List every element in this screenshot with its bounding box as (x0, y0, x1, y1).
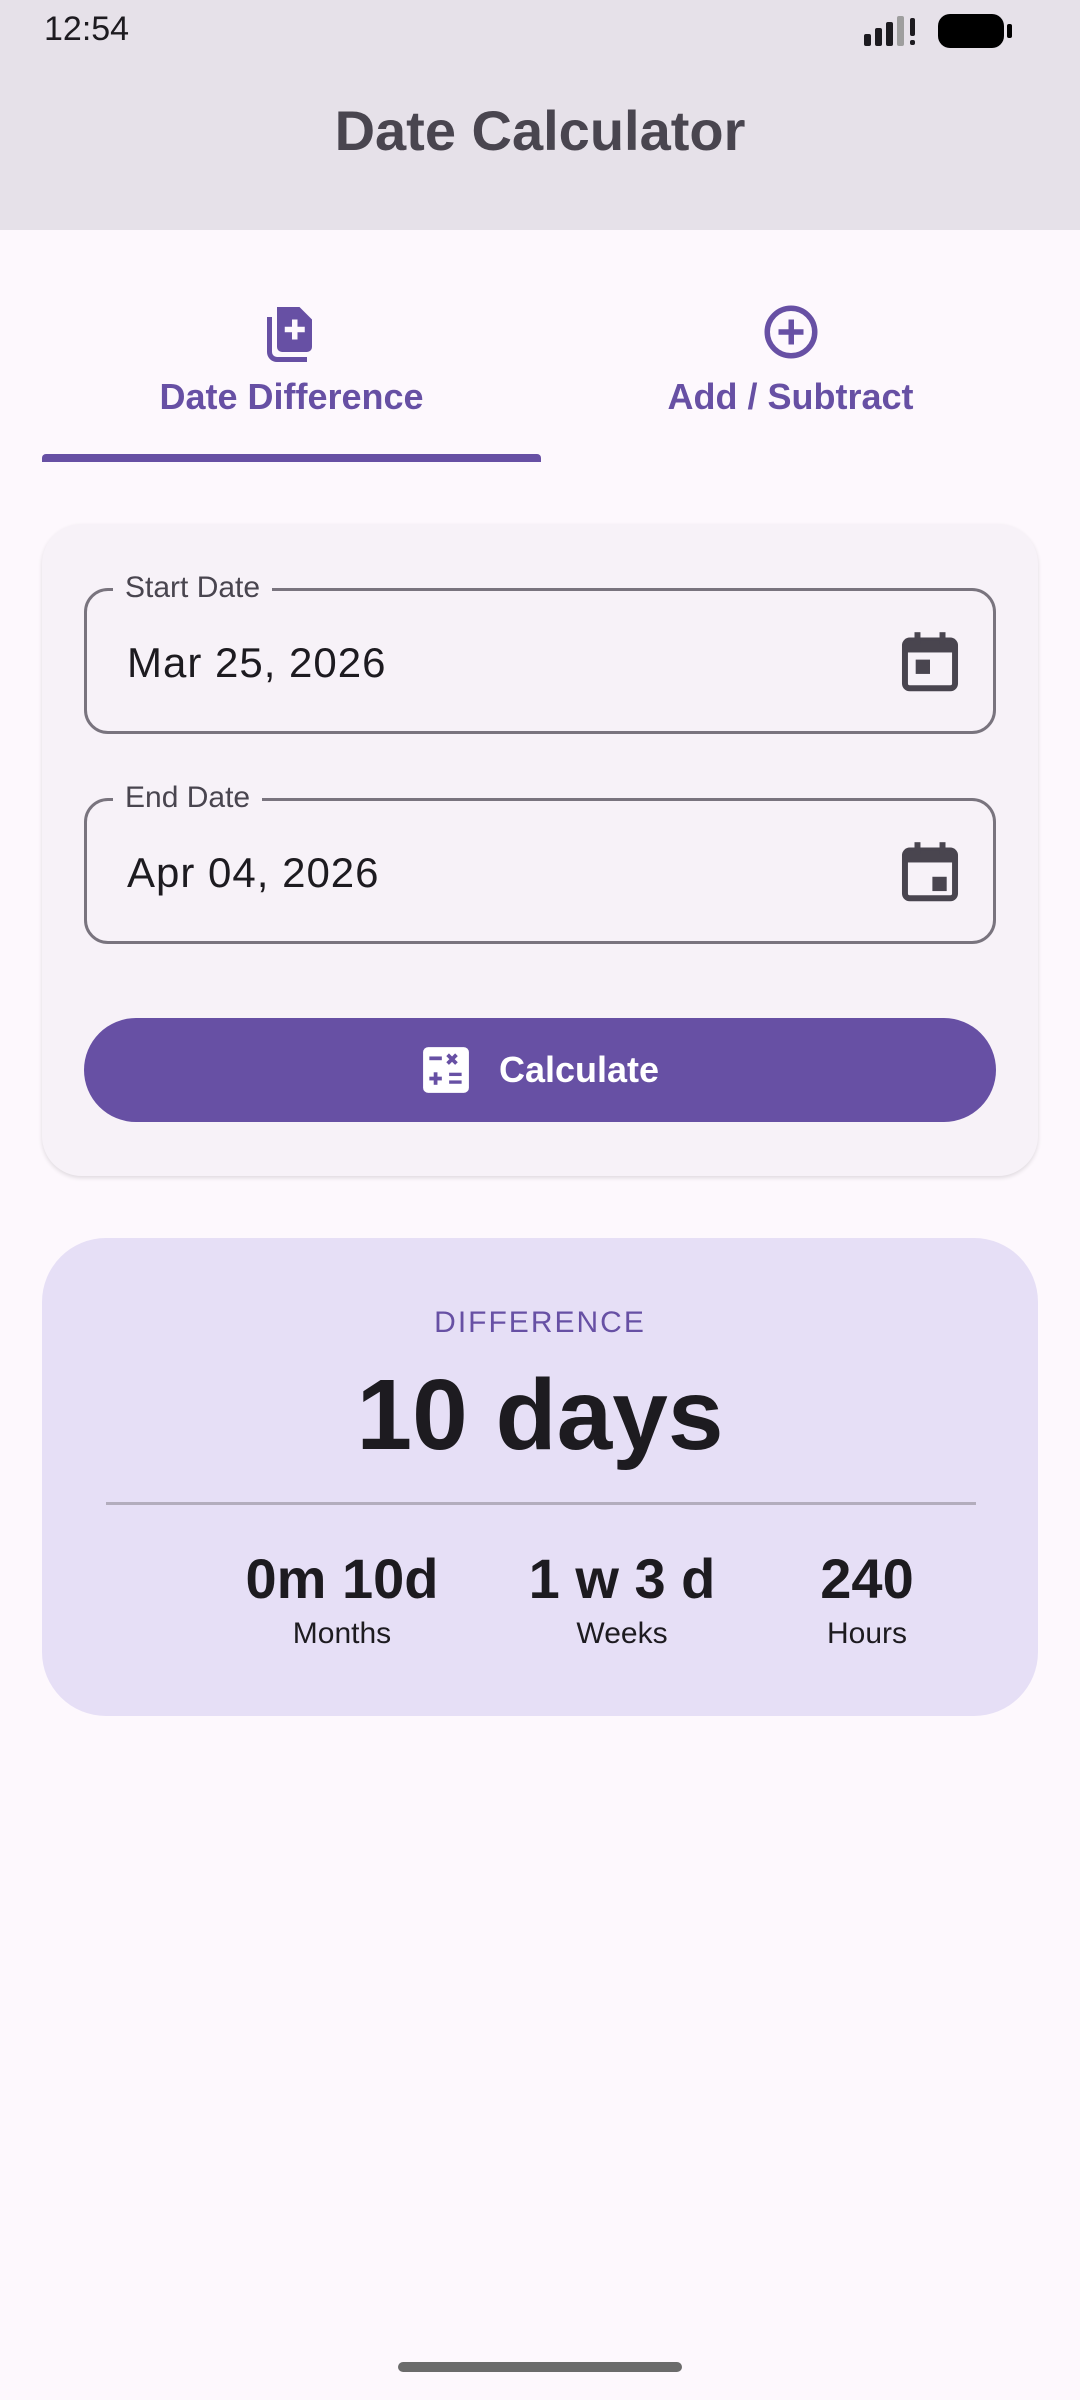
stat-value: 1 w 3 d (528, 1547, 716, 1610)
end-date-field[interactable]: End Date Apr 04, 2026 (84, 781, 996, 944)
stat-months: 0m 10d Months (172, 1546, 512, 1651)
app-title: Date Calculator (334, 98, 746, 162)
result-divider (106, 1502, 976, 1505)
stat-weeks: 1 w 3 d Weeks (482, 1546, 762, 1651)
tab-label-add-subtract: Add / Subtract (667, 376, 914, 417)
signal-icon (864, 16, 915, 46)
calendar-icon[interactable] (901, 841, 959, 903)
result-main-value: 10 days (356, 1359, 724, 1471)
status-bar: 12:54 (0, 0, 1080, 60)
status-icons (864, 12, 1012, 48)
note-add-icon (266, 307, 312, 362)
home-indicator[interactable] (398, 2362, 682, 2372)
result-caption: DIFFERENCE (434, 1306, 646, 1339)
start-date-label: Start Date (113, 571, 273, 605)
start-date-value: Mar 25, 2026 (127, 639, 387, 686)
calendar-icon[interactable] (901, 631, 959, 693)
end-date-label: End Date (113, 781, 263, 815)
stat-label: Hours (826, 1617, 908, 1650)
battery-icon (938, 14, 1012, 48)
stat-label: Weeks (576, 1617, 668, 1650)
tab-add-subtract[interactable]: Add / Subtract (541, 230, 1040, 462)
tab-label-date-difference: Date Difference (159, 376, 424, 417)
status-time: 12:54 (44, 10, 130, 48)
stat-hours: 240 Hours (722, 1546, 1012, 1651)
stat-label: Months (292, 1617, 392, 1650)
end-date-value: Apr 04, 2026 (127, 849, 380, 896)
tab-indicator (42, 454, 541, 462)
date-input-card: Start Date Mar 25, 2026 End Date Apr 04,… (42, 524, 1038, 1176)
stat-value: 0m 10d (245, 1547, 439, 1610)
tab-date-difference[interactable]: Date Difference (42, 230, 541, 462)
app-bar: Date Calculator (0, 60, 1080, 230)
calculate-label: Calculate (498, 1049, 660, 1090)
calculate-icon (423, 1047, 469, 1093)
tab-row: Date Difference Add / Subtract (42, 230, 1040, 462)
calculate-button[interactable]: Calculate (84, 1018, 996, 1122)
stat-value: 240 (820, 1547, 914, 1610)
add-circle-icon (764, 305, 817, 359)
result-card: DIFFERENCE 10 days 0m 10d Months 1 w 3 d… (42, 1238, 1038, 1716)
start-date-field[interactable]: Start Date Mar 25, 2026 (84, 571, 996, 734)
